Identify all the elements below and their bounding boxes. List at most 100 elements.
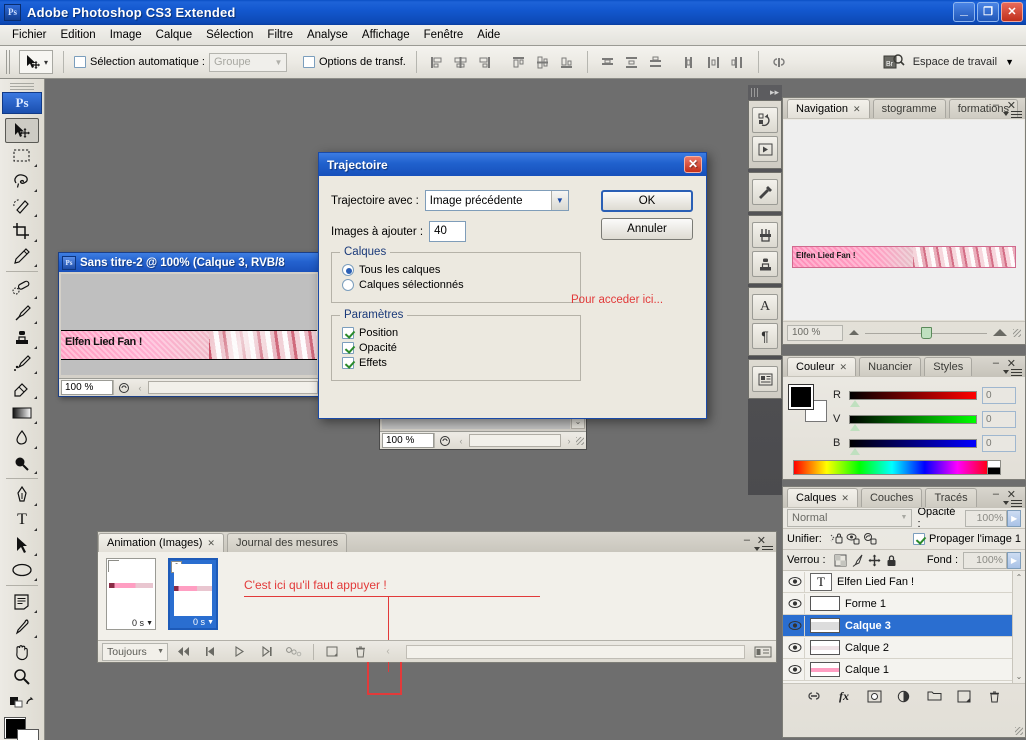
navigator-preview[interactable]: Elfen Lied Fan ! — [784, 120, 1024, 320]
dialog-close-button[interactable]: ✕ — [684, 156, 702, 173]
align-left-edges-icon[interactable] — [427, 51, 447, 73]
color-panel-swatches[interactable] — [788, 384, 827, 422]
menu-analyse[interactable]: Analyse — [300, 27, 355, 43]
tab-traces[interactable]: Tracés — [925, 488, 977, 507]
ellipse-shape-tool[interactable] — [5, 557, 39, 582]
minimize-icon[interactable]: – — [993, 488, 999, 500]
minimize-icon[interactable]: – — [993, 357, 999, 369]
lock-all-button[interactable] — [883, 552, 900, 568]
checkbox-position-group[interactable]: Position — [342, 327, 570, 339]
tween-frames-button[interactable] — [282, 643, 308, 661]
status-scroll-left-icon[interactable]: ‹ — [454, 433, 468, 448]
animation-horizontal-scrollbar[interactable] — [406, 644, 745, 659]
tab-histogramme[interactable]: stogramme — [872, 99, 946, 118]
cancel-button[interactable]: Annuler — [601, 218, 693, 240]
color-swatches[interactable] — [4, 717, 40, 740]
delete-frame-button[interactable] — [347, 643, 373, 661]
zoom-in-icon[interactable] — [993, 329, 1007, 336]
document-window[interactable]: Ps Sans titre-2 @ 100% (Calque 3, RVB/8 … — [58, 252, 320, 397]
opacity-value-field[interactable]: 100% — [964, 509, 1008, 527]
color-panel-menu-button[interactable] — [1002, 366, 1022, 377]
navigator-panel-menu-button[interactable] — [1002, 108, 1022, 119]
fill-value-field[interactable]: 100% — [963, 551, 1007, 569]
tab-styles[interactable]: Styles — [924, 357, 973, 376]
loop-options-dropdown[interactable]: Toujours ▼ — [102, 642, 168, 661]
auto-select-checkbox[interactable] — [74, 56, 87, 68]
layer-visibility-toggle[interactable] — [785, 593, 805, 614]
history-brush-tool[interactable] — [5, 350, 39, 375]
minimize-button[interactable]: _ — [953, 2, 975, 22]
unify-style-button[interactable] — [862, 531, 879, 547]
tab-animation-images[interactable]: Animation (Images) ✕ — [98, 533, 224, 552]
layer-row-forme-1[interactable]: Forme 1 — [783, 593, 1025, 615]
radio-all-layers[interactable] — [342, 264, 354, 276]
auto-select-checkbox-group[interactable]: Sélection automatique : — [74, 56, 205, 68]
checkbox-effects-group[interactable]: Effets — [342, 357, 570, 369]
layers-panel-menu-button[interactable] — [1002, 497, 1022, 508]
actions-panel-button[interactable] — [752, 136, 778, 162]
move-tool[interactable] — [5, 118, 39, 143]
play-animation-button[interactable] — [226, 643, 252, 661]
propagate-frame-checkbox-group[interactable]: Propager l'image 1 — [913, 533, 1021, 545]
layer-style-button[interactable]: fx — [836, 688, 853, 705]
history-panel-button[interactable] — [752, 107, 778, 133]
distribute-top-edges-icon[interactable] — [598, 51, 618, 73]
distribute-vertical-centers-icon[interactable] — [622, 51, 642, 73]
menu-filtre[interactable]: Filtre — [260, 27, 300, 43]
horizontal-type-tool[interactable]: T — [5, 507, 39, 532]
menu-fenetre[interactable]: Fenêtre — [417, 27, 471, 43]
color-ramp-white-black-swatch[interactable] — [987, 460, 1001, 475]
notes-tool[interactable] — [5, 589, 39, 614]
checkbox-opacity-group[interactable]: Opacité — [342, 342, 570, 354]
close-icon[interactable]: ✕ — [207, 538, 215, 549]
brush-tool[interactable] — [5, 300, 39, 325]
select-next-frame-button[interactable] — [254, 643, 280, 661]
layer-row-elfen-lied-fan[interactable]: T Elfen Lied Fan ! — [783, 571, 1025, 593]
layer-row-calque-2[interactable]: Calque 2 — [783, 637, 1025, 659]
delete-layer-button[interactable] — [986, 688, 1003, 705]
layer-comps-panel-button[interactable] — [752, 366, 778, 392]
layer-thumbnail[interactable] — [810, 662, 840, 677]
collapse-toolbar-button[interactable]: ‹ — [375, 643, 401, 661]
auto-select-scope-dropdown[interactable]: Groupe ▼ — [208, 52, 287, 72]
foreground-color-swatch[interactable] — [788, 384, 814, 410]
rectangular-marquee-tool[interactable] — [5, 143, 39, 168]
minimize-icon[interactable]: – — [993, 99, 999, 111]
radio-selected-layers-group[interactable]: Calques sélectionnés — [342, 279, 570, 291]
hand-tool[interactable] — [5, 639, 39, 664]
clone-stamp-tool[interactable] — [5, 325, 39, 350]
navigator-resize-grip[interactable] — [1013, 328, 1021, 337]
document-background-horizontal-scrollbar[interactable] — [469, 434, 561, 447]
expand-panels-icon[interactable]: ▸▸ — [770, 87, 779, 98]
pen-tool[interactable] — [5, 482, 39, 507]
workspace-switcher[interactable]: Br Espace de travail ▼ — [883, 52, 1014, 72]
convert-to-timeline-button[interactable] — [750, 643, 776, 661]
tab-journal-des-mesures[interactable]: Journal des mesures — [226, 533, 348, 552]
frame-delay[interactable]: 0 s ▼ — [132, 618, 153, 628]
layer-row-calque-3[interactable]: Calque 3 — [783, 615, 1025, 637]
add-layer-mask-button[interactable] — [866, 688, 883, 705]
opacity-slider-button[interactable]: ▶ — [1007, 509, 1021, 527]
menu-edition[interactable]: Edition — [54, 27, 103, 43]
trajectory-with-dropdown[interactable]: Image précédente ▼ — [424, 190, 569, 211]
current-tool-preview[interactable]: ▾ — [19, 50, 54, 74]
layer-visibility-toggle[interactable] — [785, 637, 805, 658]
lock-position-button[interactable] — [866, 552, 883, 568]
zoom-level-field[interactable]: 100 % — [382, 433, 434, 448]
eyedropper-tool[interactable] — [5, 614, 39, 639]
zoom-slider-thumb[interactable] — [921, 326, 933, 339]
status-scroll-right-icon[interactable]: › — [562, 433, 576, 448]
chevron-down-icon[interactable]: ▼ — [207, 619, 214, 626]
close-icon[interactable]: ✕ — [853, 104, 861, 115]
document-window-titlebar[interactable]: Ps Sans titre-2 @ 100% (Calque 3, RVB/8 — [59, 253, 319, 272]
character-panel-button[interactable]: A — [752, 294, 778, 320]
paragraph-panel-button[interactable]: ¶ — [752, 323, 778, 349]
status-scroll-left-icon[interactable]: ‹ — [133, 380, 147, 395]
select-previous-frame-button[interactable] — [198, 643, 224, 661]
quick-selection-tool[interactable] — [5, 193, 39, 218]
distribute-horizontal-centers-icon[interactable] — [704, 51, 724, 73]
close-button[interactable]: ✕ — [1001, 2, 1023, 22]
link-layers-button[interactable] — [806, 688, 823, 705]
transform-options-checkbox-group[interactable]: Options de transf. — [302, 56, 406, 68]
blue-slider[interactable] — [849, 438, 977, 455]
